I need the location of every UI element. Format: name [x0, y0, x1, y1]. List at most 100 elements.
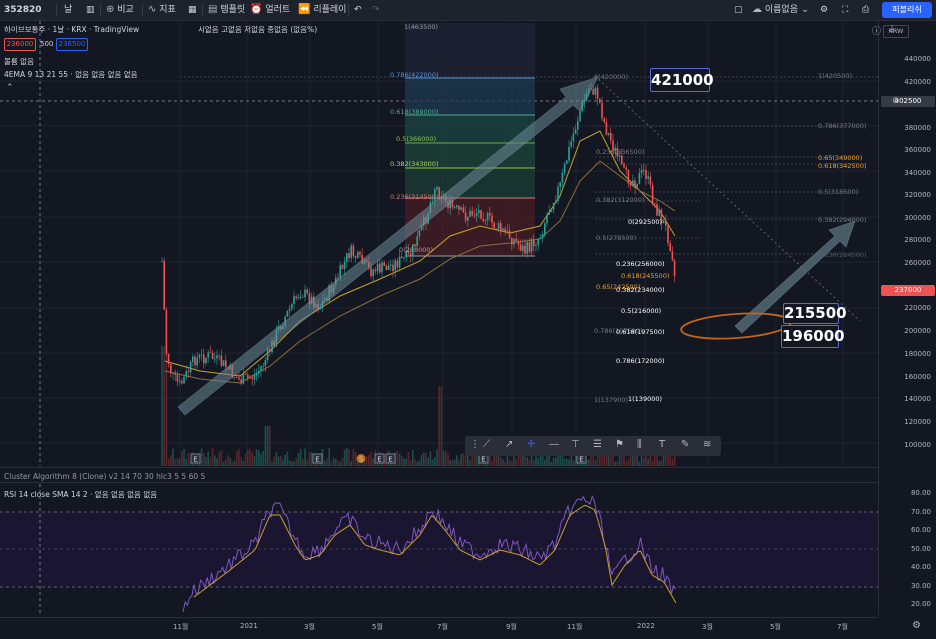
volume-bar: [533, 460, 535, 466]
volume-bar: [295, 458, 297, 466]
candle-body: [662, 220, 665, 224]
pane-divider[interactable]: [0, 467, 878, 468]
candle-body: [255, 373, 258, 376]
brush-icon[interactable]: ✎: [681, 439, 689, 450]
pane-divider[interactable]: [0, 482, 878, 483]
volume-bar: [253, 456, 256, 466]
camera-icon[interactable]: ⎙: [862, 0, 869, 20]
time-tick: 2022: [637, 622, 655, 630]
templates-label: 템플릿: [220, 5, 246, 15]
long-short-icon[interactable]: ⫼: [637, 439, 642, 450]
candle-body: [511, 237, 513, 245]
volume-bar: [328, 448, 330, 466]
fullscreen-toggle-icon[interactable]: ▢: [734, 0, 743, 20]
main-chart-pane[interactable]: E E S E E E E: [0, 21, 878, 466]
volume-bar: [275, 451, 278, 466]
settings-gear-icon[interactable]: ⚙: [912, 620, 921, 631]
fullscreen-icon[interactable]: ⛶: [842, 0, 848, 20]
settings-icon[interactable]: ⚙: [820, 0, 828, 20]
volume-bar: [346, 448, 348, 466]
volume-bar: [451, 459, 454, 466]
candle-body: [249, 377, 251, 379]
collapse-legend-icon[interactable]: ⌃: [6, 83, 14, 93]
indicators-grid-icon[interactable]: ▦: [188, 0, 197, 20]
candle-body: [669, 243, 671, 252]
volume-bar: [414, 459, 416, 466]
candle-body: [605, 121, 608, 135]
ask-price-badge[interactable]: 236500: [56, 38, 88, 51]
indicators-label: 지표: [159, 5, 176, 15]
projection-icon[interactable]: ≋: [703, 439, 711, 450]
interval-button[interactable]: 날: [64, 0, 72, 20]
volume-bar: [566, 459, 568, 466]
scroll-down-icon[interactable]: ⤓: [890, 24, 894, 34]
candle-body: [286, 310, 289, 317]
candle-body: [665, 220, 667, 226]
flag-icon[interactable]: ⚑: [615, 439, 624, 450]
time-tick: 11월: [173, 623, 189, 631]
currency-badge[interactable]: KRW: [883, 25, 909, 38]
candle-body: [480, 209, 482, 219]
candle-body: [240, 379, 242, 384]
templates-button[interactable]: ▤ 템플릿: [208, 0, 245, 20]
volume-bar: [511, 461, 513, 466]
replay-button[interactable]: ⏪ 리플레이: [298, 0, 346, 20]
candle-body: [295, 296, 297, 299]
fib-icon[interactable]: ☰: [593, 439, 602, 450]
volume-bar: [372, 458, 374, 466]
volume-bar: [491, 460, 493, 466]
price-callout-196000[interactable]: 196000: [781, 325, 845, 348]
publish-button[interactable]: 퍼블리쉬: [882, 2, 932, 18]
candle-body: [304, 289, 306, 298]
volume-bar: [348, 449, 350, 466]
drag-handle-icon[interactable]: ⋮: [470, 439, 480, 450]
candle-body: [288, 308, 291, 311]
price-label-icon[interactable]: ⊤: [571, 439, 580, 450]
ray-icon[interactable]: ↗: [505, 439, 513, 450]
crosshair-icon[interactable]: ✛: [527, 439, 535, 450]
candle-body: [176, 374, 179, 382]
price-tick: 200000: [904, 327, 931, 335]
price-scale[interactable]: KRW 440000 420000 380000 360000 340000 3…: [878, 21, 936, 615]
price-callout-421000[interactable]: 421000: [650, 68, 714, 92]
compare-button[interactable]: ⊕ 비교: [106, 0, 134, 20]
volume-bar: [420, 455, 423, 466]
add-alert-plus-icon[interactable]: ⊕: [892, 96, 900, 106]
toolbar-divider: [202, 4, 203, 16]
time-scale[interactable]: 11월 2021 3월 5월 7월 9월 11월 2022 3월 5월 7월: [0, 617, 878, 639]
plus-circle-icon: ⊕: [106, 4, 115, 15]
indicators-button[interactable]: ∿ 지표: [148, 0, 176, 20]
fib-right-label-065: 0.65(349000): [818, 154, 863, 162]
undo-icon[interactable]: ↶: [354, 0, 362, 20]
alert-button[interactable]: ⏰ 얼러트: [250, 0, 290, 20]
volume-bar: [658, 461, 660, 466]
price-callout-215500[interactable]: 215500: [783, 303, 847, 324]
chart-type-icon[interactable]: ▥: [86, 0, 95, 20]
symbol-search-button[interactable]: 352820: [4, 0, 42, 20]
volume-bar: [266, 426, 269, 466]
candle-body: [475, 213, 478, 216]
candle-body: [379, 263, 381, 273]
candle-body: [541, 234, 544, 238]
candle-body: [376, 263, 379, 272]
info-icon[interactable]: ⓘ: [872, 24, 881, 37]
volume-bar: [352, 448, 355, 466]
compare-label: 비교: [117, 5, 134, 15]
text-icon[interactable]: T: [659, 439, 665, 450]
horizontal-line-icon[interactable]: ―: [549, 439, 559, 450]
candle-body: [453, 207, 456, 208]
redo-icon[interactable]: ↷: [372, 0, 380, 20]
candle-body: [528, 242, 531, 252]
fib-mid-label-0236: 0.236(336500): [596, 148, 645, 156]
trend-line-icon[interactable]: ⟋: [483, 439, 490, 450]
candle-body: [522, 245, 524, 251]
candle-body: [185, 371, 187, 377]
bid-price-badge[interactable]: 236000: [4, 38, 36, 51]
layout-button[interactable]: ☁ 이름없음 ⌄: [752, 0, 809, 20]
candle-body: [557, 187, 559, 201]
svg-text:E: E: [579, 456, 583, 464]
fib-left-label-top: 1(463500): [404, 23, 439, 31]
candle-body: [194, 356, 196, 366]
volume-bar: [343, 449, 346, 466]
rsi-pane[interactable]: [0, 484, 878, 614]
